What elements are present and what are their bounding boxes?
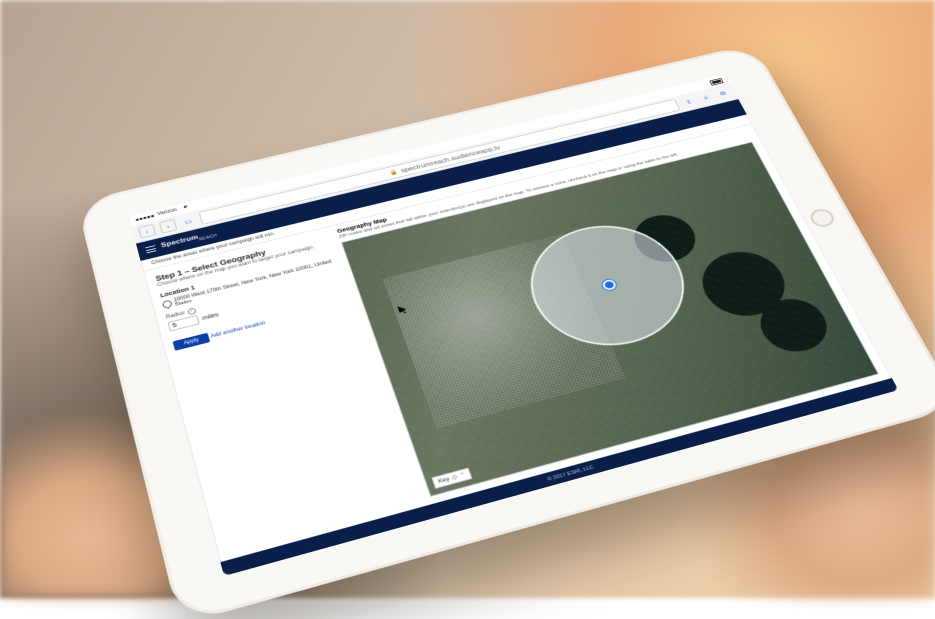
tablet-device: Verizon ‹ › ▭ 🔒 spectrumreach.audienceap…: [77, 44, 935, 619]
map-center-pin[interactable]: [601, 278, 618, 291]
